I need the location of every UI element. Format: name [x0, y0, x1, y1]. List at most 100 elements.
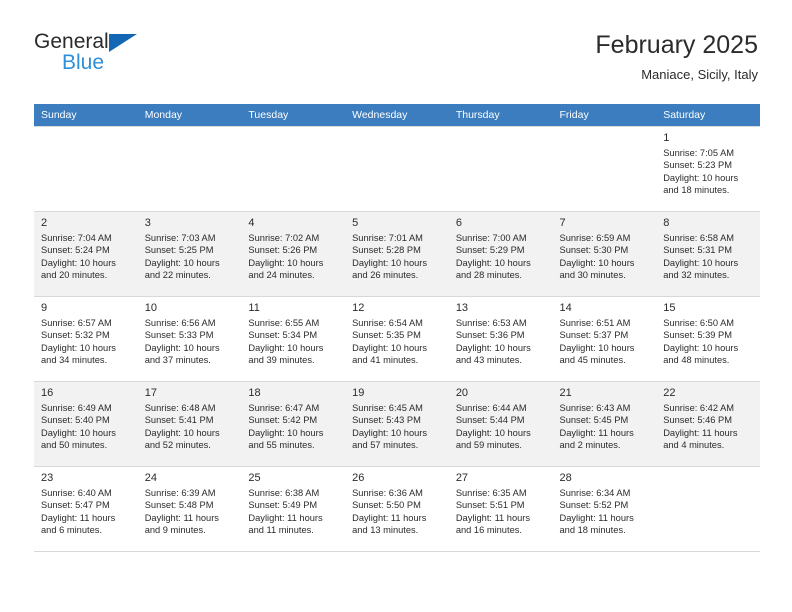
calendar-day-cell[interactable]: 23 Sunrise: 6:40 AM Sunset: 5:47 PM Dayli…: [34, 466, 138, 552]
calendar-day-cell[interactable]: 5 Sunrise: 7:01 AM Sunset: 5:28 PM Daylig…: [345, 211, 449, 297]
day-cell-content: 7 Sunrise: 6:59 AM Sunset: 5:30 PM Daylig…: [553, 212, 657, 292]
calendar-day-cell[interactable]: 6 Sunrise: 7:00 AM Sunset: 5:29 PM Daylig…: [448, 211, 553, 297]
day-sun-details: Sunrise: 6:48 AM Sunset: 5:41 PM Dayligh…: [144, 403, 220, 450]
calendar-day-cell[interactable]: 25 Sunrise: 6:38 AM Sunset: 5:49 PM Dayli…: [241, 466, 346, 552]
day-cell-content: [553, 127, 657, 207]
day-cell-content: 20 Sunrise: 6:44 AM Sunset: 5:44 PM Dayli…: [449, 382, 553, 462]
calendar-day-cell[interactable]: 11 Sunrise: 6:55 AM Sunset: 5:34 PM Dayli…: [241, 296, 346, 382]
day-sun-details: Sunrise: 6:58 AM Sunset: 5:31 PM Dayligh…: [663, 233, 739, 280]
calendar-cell-empty: [656, 466, 760, 552]
calendar-day-cell[interactable]: 14 Sunrise: 6:51 AM Sunset: 5:37 PM Dayli…: [552, 296, 657, 382]
day-cell-content: [241, 127, 345, 207]
day-sun-details: Sunrise: 6:44 AM Sunset: 5:44 PM Dayligh…: [455, 403, 531, 450]
day-cell-content: 24 Sunrise: 6:39 AM Sunset: 5:48 PM Dayli…: [138, 467, 242, 547]
day-number: 2: [41, 217, 48, 229]
calendar-day-cell[interactable]: 19 Sunrise: 6:45 AM Sunset: 5:43 PM Dayli…: [345, 381, 449, 467]
calendar-day-cell[interactable]: 17 Sunrise: 6:48 AM Sunset: 5:41 PM Dayli…: [137, 381, 242, 467]
day-sun-details: Sunrise: 7:01 AM Sunset: 5:28 PM Dayligh…: [352, 233, 428, 280]
day-sun-details: Sunrise: 6:43 AM Sunset: 5:45 PM Dayligh…: [559, 403, 634, 450]
day-number: 13: [455, 302, 469, 314]
weekday-header-row: Sunday Monday Tuesday Wednesday Thursday Frid…: [34, 104, 760, 127]
weekday-header-monday: Monday: [137, 104, 242, 127]
calendar-day-cell[interactable]: 8 Sunrise: 6:58 AM Sunset: 5:31 PM Daylig…: [656, 211, 760, 297]
day-sun-details: Sunrise: 6:47 AM Sunset: 5:42 PM Dayligh…: [248, 403, 324, 450]
day-sun-details: Sunrise: 6:34 AM Sunset: 5:52 PM Dayligh…: [559, 488, 634, 535]
calendar-day-cell[interactable]: 16 Sunrise: 6:49 AM Sunset: 5:40 PM Dayli…: [34, 381, 138, 467]
day-cell-content: 25 Sunrise: 6:38 AM Sunset: 5:49 PM Dayli…: [241, 467, 345, 547]
day-sun-details: Sunrise: 6:36 AM Sunset: 5:50 PM Dayligh…: [352, 488, 427, 535]
day-sun-details: Sunrise: 6:49 AM Sunset: 5:40 PM Dayligh…: [41, 403, 116, 450]
calendar-day-cell[interactable]: 27 Sunrise: 6:35 AM Sunset: 5:51 PM Dayli…: [448, 466, 553, 552]
day-number: 6: [455, 217, 462, 229]
day-number: 7: [559, 217, 566, 229]
day-cell-content: [138, 127, 242, 207]
day-cell-content: 15 Sunrise: 6:50 AM Sunset: 5:39 PM Dayli…: [656, 297, 760, 377]
day-cell-content: [656, 467, 760, 547]
calendar-week-row: 2 Sunrise: 7:04 AM Sunset: 5:24 PM Daylig…: [34, 211, 760, 297]
day-sun-details: Sunrise: 6:38 AM Sunset: 5:49 PM Dayligh…: [248, 488, 323, 535]
day-cell-content: [34, 127, 138, 207]
calendar-table: Sunday Monday Tuesday Wednesday Thursday Frid…: [34, 104, 760, 552]
calendar-day-cell[interactable]: 21 Sunrise: 6:43 AM Sunset: 5:45 PM Dayli…: [552, 381, 657, 467]
calendar-day-cell[interactable]: 10 Sunrise: 6:56 AM Sunset: 5:33 PM Dayli…: [137, 296, 242, 382]
calendar-day-cell[interactable]: 15 Sunrise: 6:50 AM Sunset: 5:39 PM Dayli…: [656, 296, 760, 382]
day-cell-content: 3 Sunrise: 7:03 AM Sunset: 5:25 PM Daylig…: [138, 212, 242, 292]
day-number: 9: [41, 302, 48, 314]
brand-triangle-icon: [108, 34, 137, 52]
day-number: 16: [41, 387, 54, 399]
day-cell-content: 27 Sunrise: 6:35 AM Sunset: 5:51 PM Dayli…: [449, 467, 553, 547]
calendar-week-row: 16 Sunrise: 6:49 AM Sunset: 5:40 PM Dayli…: [34, 381, 760, 467]
calendar-day-cell[interactable]: 4 Sunrise: 7:02 AM Sunset: 5:26 PM Daylig…: [241, 211, 346, 297]
day-number: 5: [352, 217, 359, 229]
day-number: 3: [144, 217, 151, 229]
calendar-header-row-group: Sunday Monday Tuesday Wednesday Thursday Frid…: [34, 104, 760, 127]
day-cell-content: 8 Sunrise: 6:58 AM Sunset: 5:31 PM Daylig…: [656, 212, 760, 292]
calendar-body: 1 Sunrise: 7:05 AM Sunset: 5:23 PM Daylig…: [34, 126, 760, 552]
day-sun-details: Sunrise: 6:51 AM Sunset: 5:37 PM Dayligh…: [559, 318, 635, 365]
calendar-day-cell[interactable]: 13 Sunrise: 6:53 AM Sunset: 5:36 PM Dayli…: [448, 296, 553, 382]
brand-name-general: General: [34, 30, 109, 53]
day-sun-details: Sunrise: 6:35 AM Sunset: 5:51 PM Dayligh…: [455, 488, 531, 535]
calendar-day-cell[interactable]: 28 Sunrise: 6:34 AM Sunset: 5:52 PM Dayli…: [552, 466, 657, 552]
calendar-day-cell[interactable]: 12 Sunrise: 6:54 AM Sunset: 5:35 PM Dayli…: [345, 296, 449, 382]
day-cell-content: 6 Sunrise: 7:00 AM Sunset: 5:29 PM Daylig…: [449, 212, 553, 292]
day-cell-content: 21 Sunrise: 6:43 AM Sunset: 5:45 PM Dayli…: [553, 382, 657, 462]
calendar-day-cell[interactable]: 26 Sunrise: 6:36 AM Sunset: 5:50 PM Dayli…: [345, 466, 449, 552]
calendar-day-cell[interactable]: 24 Sunrise: 6:39 AM Sunset: 5:48 PM Dayli…: [137, 466, 242, 552]
weekday-header-thursday: Thursday: [448, 104, 553, 127]
calendar-day-cell[interactable]: 9 Sunrise: 6:57 AM Sunset: 5:32 PM Daylig…: [34, 296, 138, 382]
day-sun-details: Sunrise: 6:45 AM Sunset: 5:43 PM Dayligh…: [352, 403, 428, 450]
weekday-header-friday: Friday: [552, 104, 657, 127]
calendar-day-cell[interactable]: 22 Sunrise: 6:42 AM Sunset: 5:46 PM Dayli…: [656, 381, 760, 467]
title-block: February 2025 Maniace, Sicily, Italy: [595, 30, 758, 85]
calendar-day-cell[interactable]: 18 Sunrise: 6:47 AM Sunset: 5:42 PM Dayli…: [241, 381, 346, 467]
day-cell-content: 10 Sunrise: 6:56 AM Sunset: 5:33 PM Dayli…: [138, 297, 242, 377]
brand-logo[interactable]: General Blue: [34, 30, 254, 74]
day-cell-content: 17 Sunrise: 6:48 AM Sunset: 5:41 PM Dayli…: [138, 382, 242, 462]
day-number: 25: [248, 472, 261, 484]
calendar-day-cell[interactable]: 20 Sunrise: 6:44 AM Sunset: 5:44 PM Dayli…: [448, 381, 553, 467]
day-number: 4: [248, 217, 255, 229]
day-number: 19: [352, 387, 365, 399]
day-cell-content: 1 Sunrise: 7:05 AM Sunset: 5:23 PM Daylig…: [656, 127, 760, 207]
calendar-day-cell[interactable]: 2 Sunrise: 7:04 AM Sunset: 5:24 PM Daylig…: [34, 211, 138, 297]
calendar-cell-empty: [34, 126, 138, 212]
day-cell-content: 28 Sunrise: 6:34 AM Sunset: 5:52 PM Dayli…: [553, 467, 657, 547]
calendar-cell-empty: [448, 126, 553, 212]
calendar-day-cell[interactable]: 7 Sunrise: 6:59 AM Sunset: 5:30 PM Daylig…: [552, 211, 657, 297]
day-sun-details: Sunrise: 6:57 AM Sunset: 5:32 PM Dayligh…: [41, 318, 116, 365]
day-number: 15: [663, 302, 676, 314]
calendar-day-cell[interactable]: 3 Sunrise: 7:03 AM Sunset: 5:25 PM Daylig…: [137, 211, 242, 297]
calendar-day-cell[interactable]: 1 Sunrise: 7:05 AM Sunset: 5:23 PM Daylig…: [656, 126, 760, 212]
day-sun-details: Sunrise: 7:05 AM Sunset: 5:23 PM Dayligh…: [663, 148, 739, 195]
day-number: 26: [352, 472, 365, 484]
day-sun-details: Sunrise: 6:50 AM Sunset: 5:39 PM Dayligh…: [663, 318, 739, 365]
day-sun-details: Sunrise: 6:56 AM Sunset: 5:33 PM Dayligh…: [144, 318, 220, 365]
day-cell-content: [345, 127, 449, 207]
day-number: 20: [455, 387, 469, 399]
day-cell-content: 12 Sunrise: 6:54 AM Sunset: 5:35 PM Dayli…: [345, 297, 449, 377]
day-number: 1: [663, 132, 670, 144]
brand-name-blue: Blue: [62, 51, 105, 74]
day-cell-content: 19 Sunrise: 6:45 AM Sunset: 5:43 PM Dayli…: [345, 382, 449, 462]
day-cell-content: 16 Sunrise: 6:49 AM Sunset: 5:40 PM Dayli…: [34, 382, 138, 462]
